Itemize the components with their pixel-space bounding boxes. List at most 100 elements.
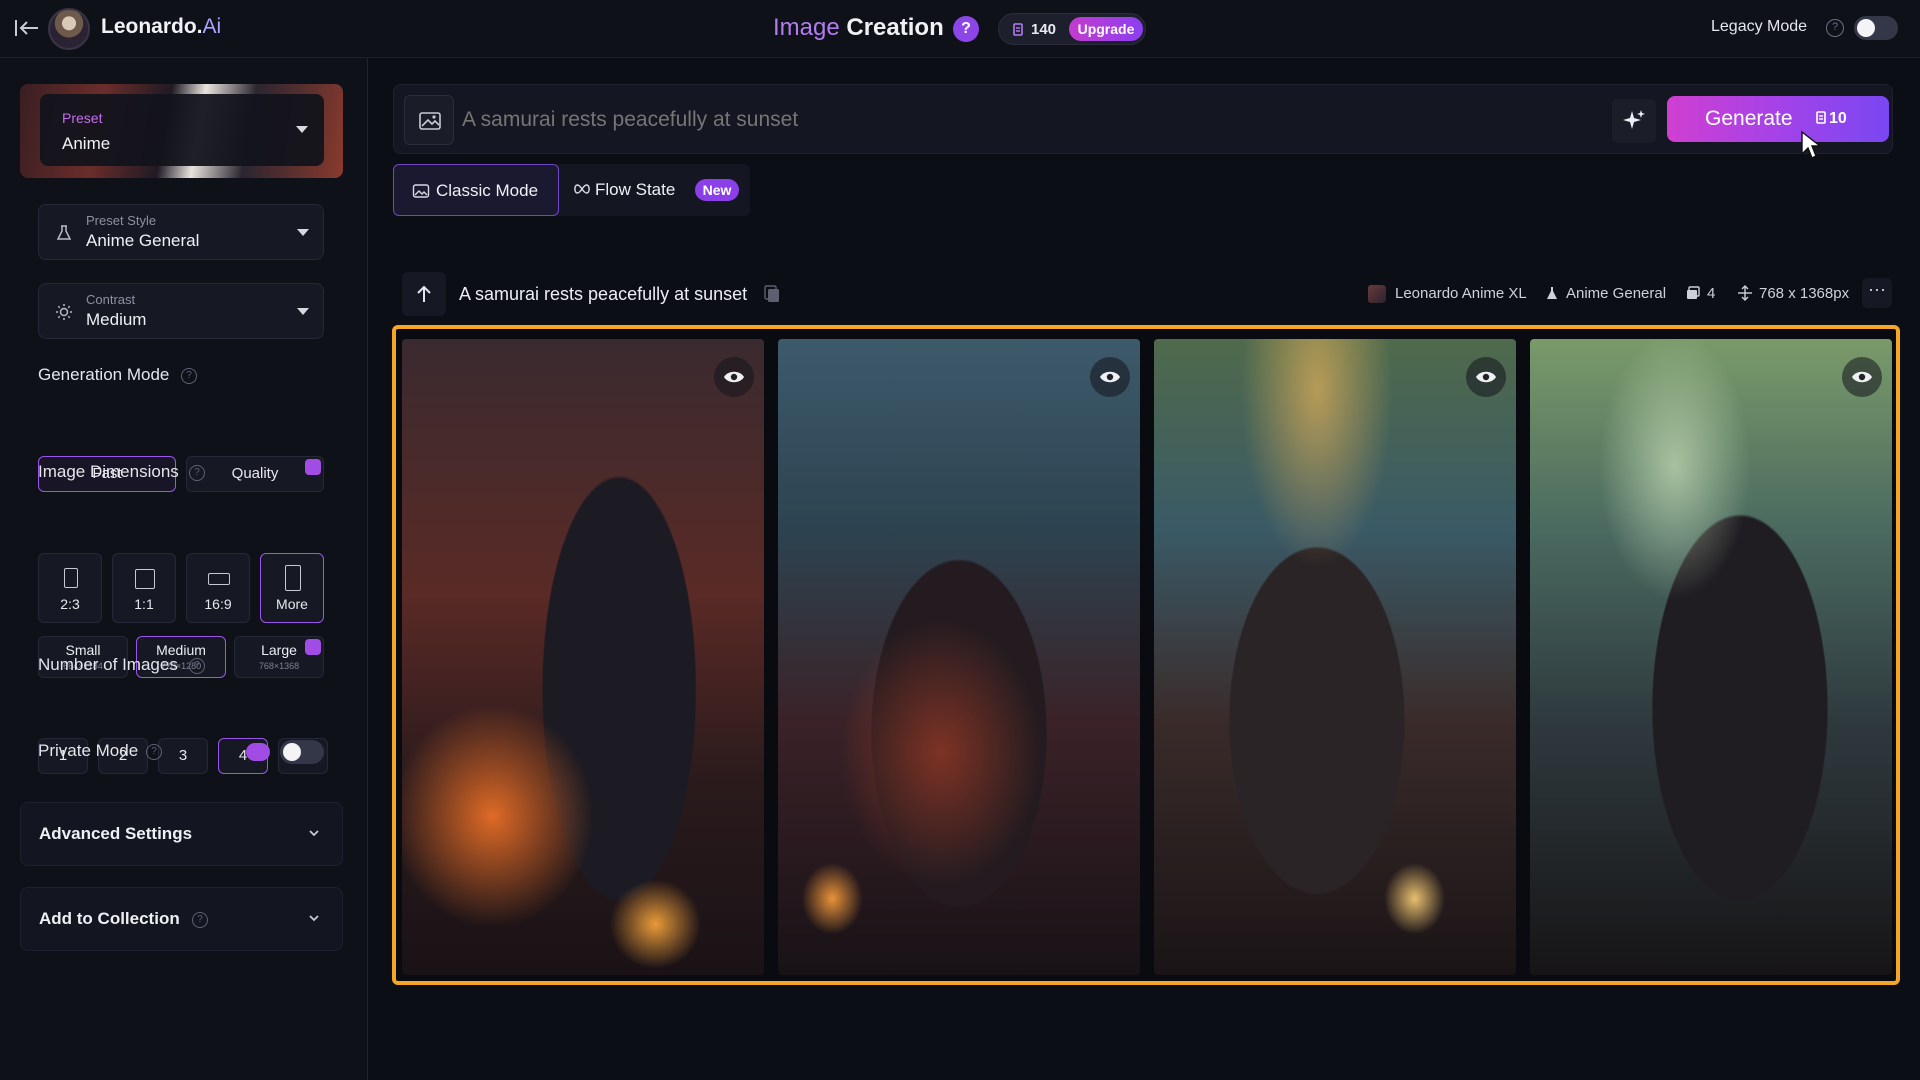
- sparkle-icon: [1623, 110, 1645, 129]
- info-icon[interactable]: ?: [146, 744, 162, 760]
- info-icon[interactable]: ?: [189, 465, 205, 481]
- tab-label: Classic Mode: [436, 181, 539, 200]
- images-count-icon: [1687, 286, 1700, 299]
- mode-tabs: Classic Mode Flow State New: [393, 164, 750, 216]
- add-to-collection-panel[interactable]: Add to Collection ?: [20, 887, 343, 951]
- contrast-label: Contrast: [86, 292, 136, 307]
- legacy-mode-toggle[interactable]: [1854, 16, 1898, 40]
- eye-icon[interactable]: [1842, 357, 1882, 397]
- generate-cost: 10: [1829, 110, 1847, 127]
- prompt-bar: Generate 10: [393, 84, 1893, 154]
- image-icon: [412, 184, 430, 198]
- help-icon[interactable]: ?: [953, 16, 979, 42]
- info-icon[interactable]: ?: [192, 912, 208, 928]
- advanced-settings-title: Advanced Settings: [39, 824, 193, 843]
- chevron-down-icon: [296, 126, 308, 133]
- private-mode-toggle[interactable]: [280, 740, 324, 764]
- ratio-landscape-icon: [208, 573, 230, 585]
- generated-images-grid: [392, 325, 1900, 985]
- image-resolution: 768 x 1368px: [1759, 285, 1850, 302]
- back-arrow-icon[interactable]: [14, 17, 40, 39]
- legacy-help-icon[interactable]: ?: [1826, 19, 1844, 37]
- gem-icon: [246, 743, 270, 761]
- generate-label: Generate: [1705, 107, 1793, 130]
- eye-icon[interactable]: [1090, 357, 1130, 397]
- preset-panel: Preset Anime: [40, 94, 324, 166]
- toggle-knob: [283, 743, 301, 761]
- token-balance: 140 Upgrade: [998, 13, 1146, 45]
- ratio-square-icon: [135, 569, 155, 589]
- style-name: Anime General: [1566, 285, 1667, 302]
- upgrade-button[interactable]: Upgrade: [1069, 17, 1143, 41]
- flask-icon: [1547, 287, 1557, 299]
- samurai-image-3[interactable]: [1154, 339, 1516, 975]
- preset-style-label: Preset Style: [86, 213, 157, 228]
- ratio-label: 1:1: [134, 596, 154, 612]
- brand-suffix: Ai: [202, 15, 222, 38]
- num-images-3-button[interactable]: 3: [158, 738, 208, 774]
- ratio-more-button[interactable]: More: [260, 553, 324, 623]
- prompt-input[interactable]: [462, 107, 1562, 133]
- copy-icon[interactable]: [763, 284, 781, 304]
- samurai-image-2[interactable]: [778, 339, 1140, 975]
- token-count: 140: [1031, 21, 1057, 38]
- number-of-images-label: Number of Images: [38, 655, 178, 674]
- new-badge: New: [695, 179, 739, 201]
- ratio-2-3-button[interactable]: 2:3: [38, 553, 102, 623]
- preset-selector[interactable]: Preset Anime: [20, 84, 343, 178]
- image-dimensions-label: Image Dimensions: [38, 462, 179, 481]
- generation-mode-label: Generation Mode: [38, 365, 170, 384]
- ratio-portrait-icon: [64, 568, 78, 588]
- legacy-mode-label: Legacy Mode: [1711, 18, 1808, 35]
- preset-style-value: Anime General: [86, 231, 200, 250]
- tab-classic-mode[interactable]: Classic Mode: [393, 164, 559, 216]
- size-dimensions: 768×1368: [258, 661, 300, 671]
- quality-mode-button[interactable]: Quality: [186, 456, 324, 492]
- add-to-collection-title: Add to Collection: [39, 909, 180, 928]
- gem-icon: [305, 459, 321, 475]
- up-arrow-icon: [417, 285, 431, 302]
- sun-icon: [56, 304, 72, 320]
- preset-style-select[interactable]: Preset Style Anime General: [38, 204, 324, 260]
- chevron-down-icon: [297, 308, 309, 315]
- logo-avatar[interactable]: [48, 8, 90, 50]
- generate-button[interactable]: Generate 10: [1667, 96, 1889, 142]
- chevron-down-icon: [309, 915, 319, 922]
- tab-label: Flow State: [595, 180, 676, 199]
- model-thumbnail-icon: [1368, 285, 1386, 303]
- brand-name: Leonardo.Ai: [101, 15, 222, 38]
- chevron-down-icon: [297, 229, 309, 236]
- contrast-select[interactable]: Contrast Medium: [38, 283, 324, 339]
- generation-header: A samurai rests peacefully at sunset Leo…: [402, 272, 1892, 316]
- token-icon: [1013, 23, 1023, 36]
- samurai-image-4[interactable]: [1530, 339, 1892, 975]
- info-icon[interactable]: ?: [189, 658, 205, 674]
- toggle-knob: [1857, 19, 1875, 37]
- more-icon[interactable]: ···: [1862, 278, 1892, 308]
- ratio-16-9-button[interactable]: 16:9: [186, 553, 250, 623]
- eye-icon[interactable]: [714, 357, 754, 397]
- ratio-label: More: [276, 596, 308, 612]
- infinity-icon: [574, 184, 590, 194]
- generation-prompt-text: A samurai rests peacefully at sunset: [459, 284, 748, 304]
- advanced-settings-panel[interactable]: Advanced Settings: [20, 802, 343, 866]
- preset-label: Preset: [62, 110, 103, 126]
- page-title: Image Creation: [773, 14, 944, 42]
- samurai-image-1[interactable]: [402, 339, 764, 975]
- top-bar: Leonardo.Ai Image Creation ? 140 Upgrade…: [0, 0, 1920, 58]
- page-title-accent: Image: [773, 14, 840, 41]
- ratio-1-1-button[interactable]: 1:1: [112, 553, 176, 623]
- settings-sidebar: Preset Anime Preset Style Anime General …: [0, 58, 368, 1080]
- image-prompt-button[interactable]: [404, 95, 454, 145]
- info-icon[interactable]: ?: [181, 368, 197, 384]
- reuse-prompt-button[interactable]: [402, 272, 446, 316]
- ratio-label: 2:3: [60, 596, 80, 612]
- prompt-enhance-button[interactable]: [1612, 99, 1656, 143]
- mouse-cursor-icon: [1801, 130, 1822, 159]
- chevron-down-icon: [309, 830, 319, 837]
- private-mode-label: Private Mode: [38, 741, 139, 760]
- page-title-main: Creation: [846, 14, 944, 41]
- ratio-label: 16:9: [204, 596, 232, 612]
- ratio-tall-icon: [285, 565, 301, 591]
- eye-icon[interactable]: [1466, 357, 1506, 397]
